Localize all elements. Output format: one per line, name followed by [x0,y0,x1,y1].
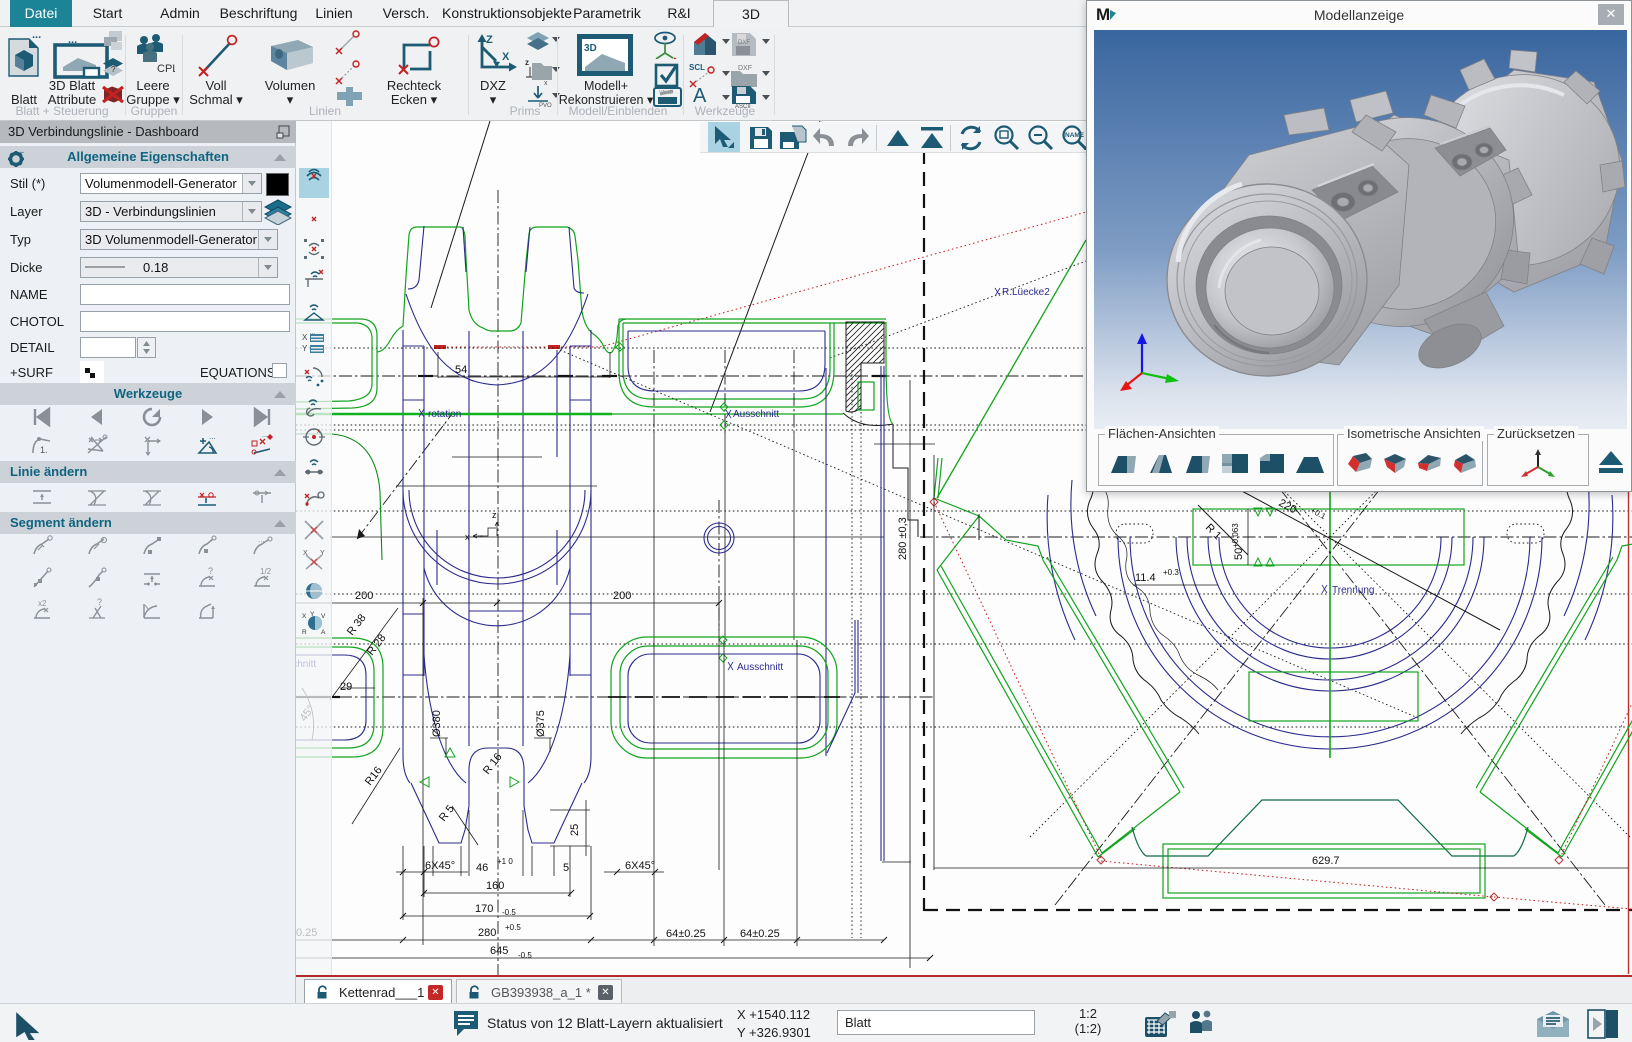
svg-text:R 5: R 5 [437,803,457,824]
svg-text:...: ... [32,33,41,41]
svg-text:R 16: R 16 [481,751,505,777]
svg-text:645: 645 [490,945,508,957]
svg-text:64±0.25: 64±0.25 [740,928,780,940]
svg-text:+0.063: +0.063 [1231,523,1240,548]
svg-text:z: z [492,510,497,520]
svg-text:Ausschnitt: Ausschnitt [733,409,779,420]
svg-text:Y: Y [310,611,315,618]
svg-text:54: 54 [455,364,467,376]
svg-text:50: 50 [1233,548,1245,560]
svg-text:...: ... [310,330,315,336]
svg-text:160: 160 [486,880,504,892]
svg-text:DXF: DXF [738,40,750,46]
svg-text:?: ? [111,65,116,74]
svg-text:NAME: NAME [1065,132,1085,139]
svg-text:25: 25 [569,824,581,836]
svg-text:Ø380: Ø380 [431,710,443,737]
svg-text:X: X [303,550,308,557]
svg-text:x2: x2 [38,599,47,608]
svg-text:5: 5 [563,862,569,874]
svg-text:+1 0: +1 0 [497,857,513,866]
svg-text:x: x [317,429,320,435]
svg-text:rotation: rotation [428,409,461,420]
svg-text:1.: 1. [40,445,48,455]
svg-text:1/2: 1/2 [260,567,272,576]
svg-text:Y: Y [302,344,308,353]
svg-text:280: 280 [478,927,496,939]
svg-text:3D: 3D [584,43,597,54]
svg-text:...: ... [258,535,265,544]
svg-text:+0.3: +0.3 [1163,568,1179,577]
svg-text:R16: R16 [363,765,385,788]
svg-text:Trennung: Trennung [1332,585,1374,596]
svg-text:-0.5: -0.5 [518,951,532,960]
svg-text:?: ? [208,566,213,576]
svg-text:X: X [502,51,510,63]
svg-text:170: 170 [475,903,493,915]
svg-text:...: ... [98,485,105,493]
svg-text:?: ? [97,598,102,607]
svg-text:CPL: CPL [157,63,175,75]
svg-text:280 ±0,3: 280 ±0,3 [897,517,909,560]
svg-text:+0.5: +0.5 [505,923,521,932]
svg-text:...: ... [209,433,216,441]
svg-text:DXF: DXF [738,65,752,72]
svg-text:X: X [302,613,307,620]
svg-text:R.Lüecke2: R.Lüecke2 [1002,287,1050,298]
svg-text:R: R [302,629,307,636]
svg-text:R 1: R 1 [1203,522,1224,543]
svg-text:29: 29 [340,681,352,693]
svg-text:6X45°: 6X45° [425,860,455,872]
svg-text:6X45°: 6X45° [625,860,655,872]
svg-text:x: x [465,532,470,542]
svg-text:200: 200 [613,590,631,602]
svg-text:V: V [321,613,326,620]
svg-text:Z: Z [486,34,493,46]
svg-text:-0.5: -0.5 [502,908,516,917]
svg-text:A: A [321,629,326,636]
svg-text:R 38: R 38 [345,612,369,638]
svg-text:R 28: R 28 [365,632,389,658]
svg-text:...: ... [18,148,24,155]
svg-text:z: z [525,58,529,67]
svg-text:...: ... [262,433,268,439]
svg-text:...: ... [68,35,77,46]
svg-text:Ausschnitt: Ausschnitt [737,662,783,673]
svg-text:X: X [302,333,308,342]
svg-text:46: 46 [476,862,488,874]
svg-text:Ø375: Ø375 [535,710,547,737]
svg-text:11.4: 11.4 [1135,572,1156,584]
svg-text:VALID: VALID [659,90,673,96]
svg-text:SCL: SCL [689,63,705,72]
svg-text:220: 220 [1277,497,1299,516]
svg-text:629.7: 629.7 [1312,855,1340,867]
svg-text:64±0.25: 64±0.25 [666,928,706,940]
svg-text:200: 200 [355,590,373,602]
svg-text:Y: Y [320,550,325,557]
